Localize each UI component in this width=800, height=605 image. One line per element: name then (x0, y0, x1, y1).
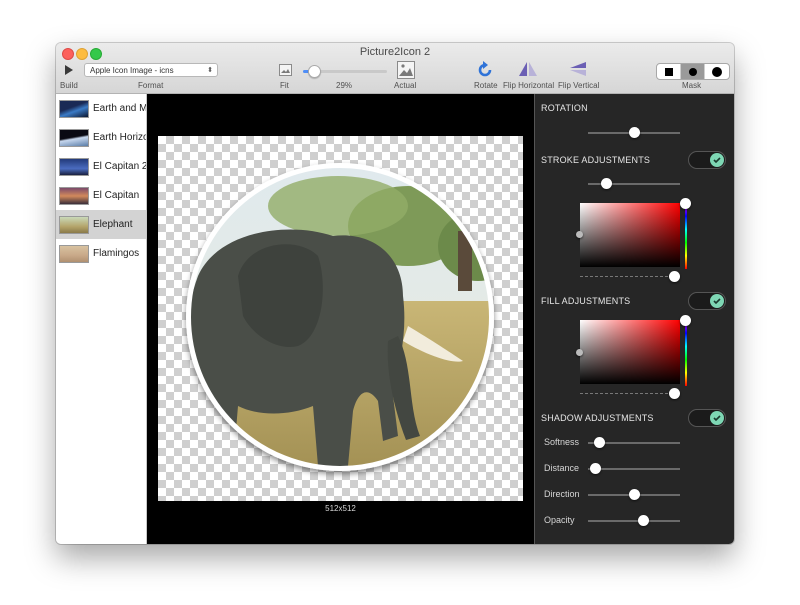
image-large-icon (399, 64, 413, 76)
format-label: Format (138, 81, 164, 90)
distance-slider-track[interactable] (588, 468, 680, 470)
fill-title: FILL ADJUSTMENTS (541, 296, 631, 306)
fill-alpha-knob[interactable] (669, 388, 680, 399)
format-value: Apple Icon Image - icns (90, 66, 174, 75)
mask-segmented-control[interactable] (656, 63, 730, 80)
sidebar-item-label: El Capitan (93, 190, 140, 201)
fit-label: Fit (280, 81, 289, 90)
flamingos-thumbnail (59, 245, 89, 263)
sidebar-item-label: Earth and M (93, 103, 146, 114)
window-title: Picture2Icon 2 (359, 46, 431, 58)
el-capitan-thumbnail (59, 187, 89, 205)
flip-horizontal-button[interactable] (518, 61, 538, 77)
checkmark-icon (710, 411, 724, 425)
elephant-thumbnail (59, 216, 89, 234)
sidebar-item-label: Elephant (93, 219, 133, 230)
image-small-icon (281, 69, 290, 73)
mask-circle-option[interactable] (681, 64, 705, 79)
mask-circle-outline-option[interactable] (705, 64, 729, 79)
icon-preview-image (186, 163, 494, 471)
fill-color-handle[interactable] (576, 349, 583, 356)
stroke-width-slider-knob[interactable] (601, 178, 613, 189)
adjustments-panel: ROTATION STROKE ADJUSTMENTS FILL ADJUSTM… (534, 94, 734, 544)
stroke-toggle[interactable] (688, 151, 726, 169)
opacity-label: Opacity (544, 515, 575, 525)
rotation-title: ROTATION (541, 103, 588, 113)
fill-color-picker[interactable] (580, 320, 680, 384)
circle-outline-icon (713, 68, 721, 76)
opacity-slider-knob[interactable] (638, 515, 650, 526)
direction-slider-knob[interactable] (629, 489, 640, 500)
stroke-hue-knob[interactable] (680, 198, 691, 209)
sidebar-item-label: Earth Horizo (93, 132, 146, 143)
softness-slider-knob[interactable] (594, 437, 606, 448)
distance-slider-knob[interactable] (590, 463, 602, 474)
image-list-sidebar: Earth and M Earth Horizo El Capitan 2 El… (56, 94, 147, 544)
shadow-title: SHADOW ADJUSTMENTS (541, 413, 654, 423)
stroke-alpha-track[interactable] (580, 276, 678, 277)
sidebar-item-earth-horizon[interactable]: Earth Horizo (56, 123, 146, 152)
fit-zoom-button[interactable] (279, 64, 292, 76)
chevron-updown-icon: ⬍ (207, 67, 213, 74)
fill-hue-knob[interactable] (680, 315, 691, 326)
rotate-button[interactable] (475, 60, 495, 80)
build-button[interactable] (60, 61, 80, 79)
fill-alpha-track[interactable] (580, 393, 678, 394)
distance-label: Distance (544, 463, 580, 473)
sidebar-item-label: El Capitan 2 (93, 161, 146, 172)
checkmark-icon (710, 294, 724, 308)
mask-square-option[interactable] (657, 64, 681, 79)
opacity-slider-track[interactable] (588, 520, 680, 522)
flip-vertical-button[interactable] (569, 61, 589, 77)
sidebar-item-label: Flamingos (93, 248, 140, 259)
canvas-size-label: 512x512 (325, 504, 356, 513)
sidebar-item-el-capitan-2[interactable]: El Capitan 2 (56, 152, 146, 181)
square-icon (665, 68, 673, 76)
mask-label: Mask (682, 81, 702, 90)
flip-horizontal-label: Flip Horizontal (503, 81, 555, 90)
el-capitan-2-thumbnail (59, 158, 89, 176)
flip-vertical-label: Flip Vertical (558, 81, 600, 90)
zoom-value: 29% (336, 81, 353, 90)
direction-label: Direction (544, 489, 580, 499)
stroke-color-picker[interactable] (580, 203, 680, 267)
sidebar-item-el-capitan[interactable]: El Capitan (56, 181, 146, 210)
actual-label: Actual (394, 81, 417, 90)
toolbar: Picture2Icon 2 Build Apple Icon Image - … (56, 43, 734, 94)
earth-horizon-thumbnail (59, 129, 89, 147)
stroke-hue-bar[interactable] (685, 203, 687, 269)
stroke-alpha-knob[interactable] (669, 271, 680, 282)
rotation-slider-knob[interactable] (629, 127, 640, 138)
fill-hue-bar[interactable] (685, 320, 687, 386)
transparency-checkerboard (158, 136, 523, 501)
shadow-toggle[interactable] (688, 409, 726, 427)
sidebar-item-earth-and-moon[interactable]: Earth and M (56, 94, 146, 123)
build-label: Build (60, 81, 78, 90)
zoom-slider-knob[interactable] (308, 65, 322, 78)
play-icon (65, 65, 73, 75)
checkmark-icon (710, 153, 724, 167)
preview-canvas: 512x512 (147, 94, 534, 544)
stroke-color-handle[interactable] (576, 231, 583, 238)
rotate-label: Rotate (474, 81, 498, 90)
circle-icon (689, 68, 697, 76)
sidebar-item-elephant[interactable]: Elephant (56, 210, 146, 239)
softness-label: Softness (544, 437, 580, 447)
stroke-title: STROKE ADJUSTMENTS (541, 155, 651, 165)
sidebar-item-flamingos[interactable]: Flamingos (56, 239, 146, 268)
app-window: Picture2Icon 2 Build Apple Icon Image - … (56, 43, 734, 544)
fill-toggle[interactable] (688, 292, 726, 310)
actual-size-button[interactable] (397, 61, 415, 79)
format-select[interactable]: Apple Icon Image - icns ⬍ (84, 63, 218, 77)
earth-thumbnail (59, 100, 89, 118)
